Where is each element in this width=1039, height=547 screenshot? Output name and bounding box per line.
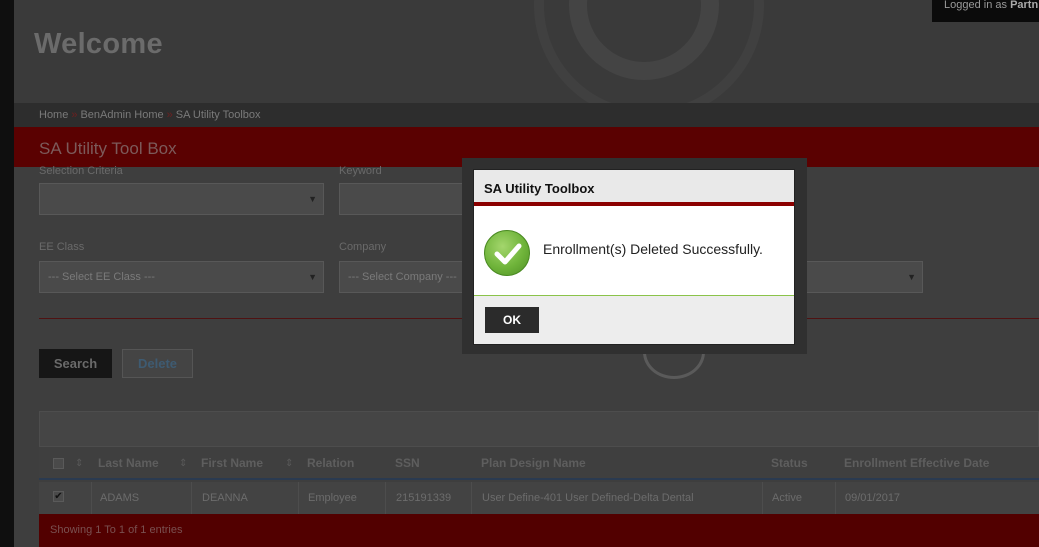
dialog-title: SA Utility Toolbox — [484, 181, 595, 196]
table-row[interactable]: ✔ ADAMS DEANNA Employee 215191339 User D… — [39, 482, 1039, 514]
dialog-header: SA Utility Toolbox — [474, 170, 794, 206]
keyword-label: Keyword — [339, 165, 382, 177]
checkmark-glyph — [494, 243, 522, 265]
logged-in-user[interactable]: Partn — [1010, 0, 1038, 11]
success-check-icon — [484, 230, 530, 276]
cell-last-name: ADAMS — [100, 492, 140, 504]
table-toolbar — [39, 411, 1039, 447]
row-checkbox[interactable]: ✔ — [53, 491, 64, 502]
column-last-name[interactable]: Last Name — [98, 447, 159, 480]
company-label: Company — [339, 241, 387, 253]
dialog-footer: OK — [474, 296, 794, 344]
selection-criteria-label: Selection Criteria — [39, 165, 123, 177]
column-enrollment-effective-date[interactable]: Enrollment Effective Date — [844, 447, 989, 480]
cell-divider — [298, 482, 299, 514]
search-button[interactable]: Search — [39, 349, 112, 378]
cell-divider — [385, 482, 386, 514]
column-relation[interactable]: Relation — [307, 447, 354, 480]
sort-icon[interactable]: ⇕ — [75, 447, 83, 480]
column-ssn[interactable]: SSN — [395, 447, 420, 480]
page-title: SA Utility Tool Box — [39, 139, 177, 158]
column-plan-design-name[interactable]: Plan Design Name — [481, 447, 586, 480]
ee-class-value: --- Select EE Class --- — [48, 271, 155, 283]
breadcrumb-benadmin-home[interactable]: BenAdmin Home — [80, 109, 163, 121]
cell-ssn: 215191339 — [396, 492, 452, 504]
company-value: --- Select Company --- — [348, 271, 457, 283]
ok-button[interactable]: OK — [485, 307, 539, 333]
select-all-checkbox[interactable] — [53, 458, 64, 469]
dialog-body: Enrollment(s) Deleted Successfully. — [474, 210, 794, 296]
logged-in-label: Logged in as — [944, 0, 1007, 11]
header: Welcome Logged in as Partn — [14, 0, 1039, 103]
cell-divider — [471, 482, 472, 514]
success-dialog: SA Utility Toolbox Enrollment(s) Deleted… — [474, 170, 794, 344]
logged-in-indicator: Logged in as Partn — [932, 0, 1039, 22]
sort-icon[interactable]: ⇕ — [285, 447, 293, 480]
left-edge-strip — [0, 0, 14, 547]
ee-class-select[interactable]: --- Select EE Class --- ▼ — [39, 261, 324, 293]
cell-plan-design-name: User Define-401 User Defined-Delta Denta… — [482, 492, 694, 504]
pagination-info: Showing 1 To 1 of 1 entries — [50, 524, 183, 536]
cell-first-name: DEANNA — [202, 492, 248, 504]
table-footer: Showing 1 To 1 of 1 entries — [39, 514, 1039, 547]
breadcrumb: Home» BenAdmin Home» SA Utility Toolbox — [14, 103, 1039, 127]
decorative-ring — [534, 0, 764, 103]
cell-divider — [91, 482, 92, 514]
selection-criteria-select[interactable]: ▼ — [39, 183, 324, 215]
column-status[interactable]: Status — [771, 447, 808, 480]
delete-button[interactable]: Delete — [122, 349, 193, 378]
sort-icon[interactable]: ⇕ — [179, 447, 187, 480]
breadcrumb-home[interactable]: Home — [39, 109, 68, 121]
dropdown-arrow-icon: ▼ — [308, 272, 317, 282]
keyword-input[interactable] — [339, 183, 479, 215]
dialog-message: Enrollment(s) Deleted Successfully. — [543, 241, 763, 257]
table-header: ⇕ Last Name ⇕ First Name ⇕ Relation SSN … — [39, 447, 1039, 480]
breadcrumb-separator: » — [166, 109, 173, 121]
dropdown-arrow-icon: ▼ — [308, 194, 317, 204]
breadcrumb-current: SA Utility Toolbox — [175, 109, 261, 121]
dropdown-arrow-icon: ▼ — [907, 272, 916, 282]
column-first-name[interactable]: First Name — [201, 447, 263, 480]
cell-relation: Employee — [308, 492, 357, 504]
ee-class-label: EE Class — [39, 241, 85, 253]
welcome-heading: Welcome — [34, 28, 163, 60]
cell-effective-date: 09/01/2017 — [845, 492, 901, 504]
cell-divider — [835, 482, 836, 514]
plan-select[interactable]: ▼ — [799, 261, 923, 293]
cell-divider — [762, 482, 763, 514]
cell-status: Active — [772, 492, 802, 504]
breadcrumb-separator: » — [71, 109, 78, 121]
cell-divider — [191, 482, 192, 514]
